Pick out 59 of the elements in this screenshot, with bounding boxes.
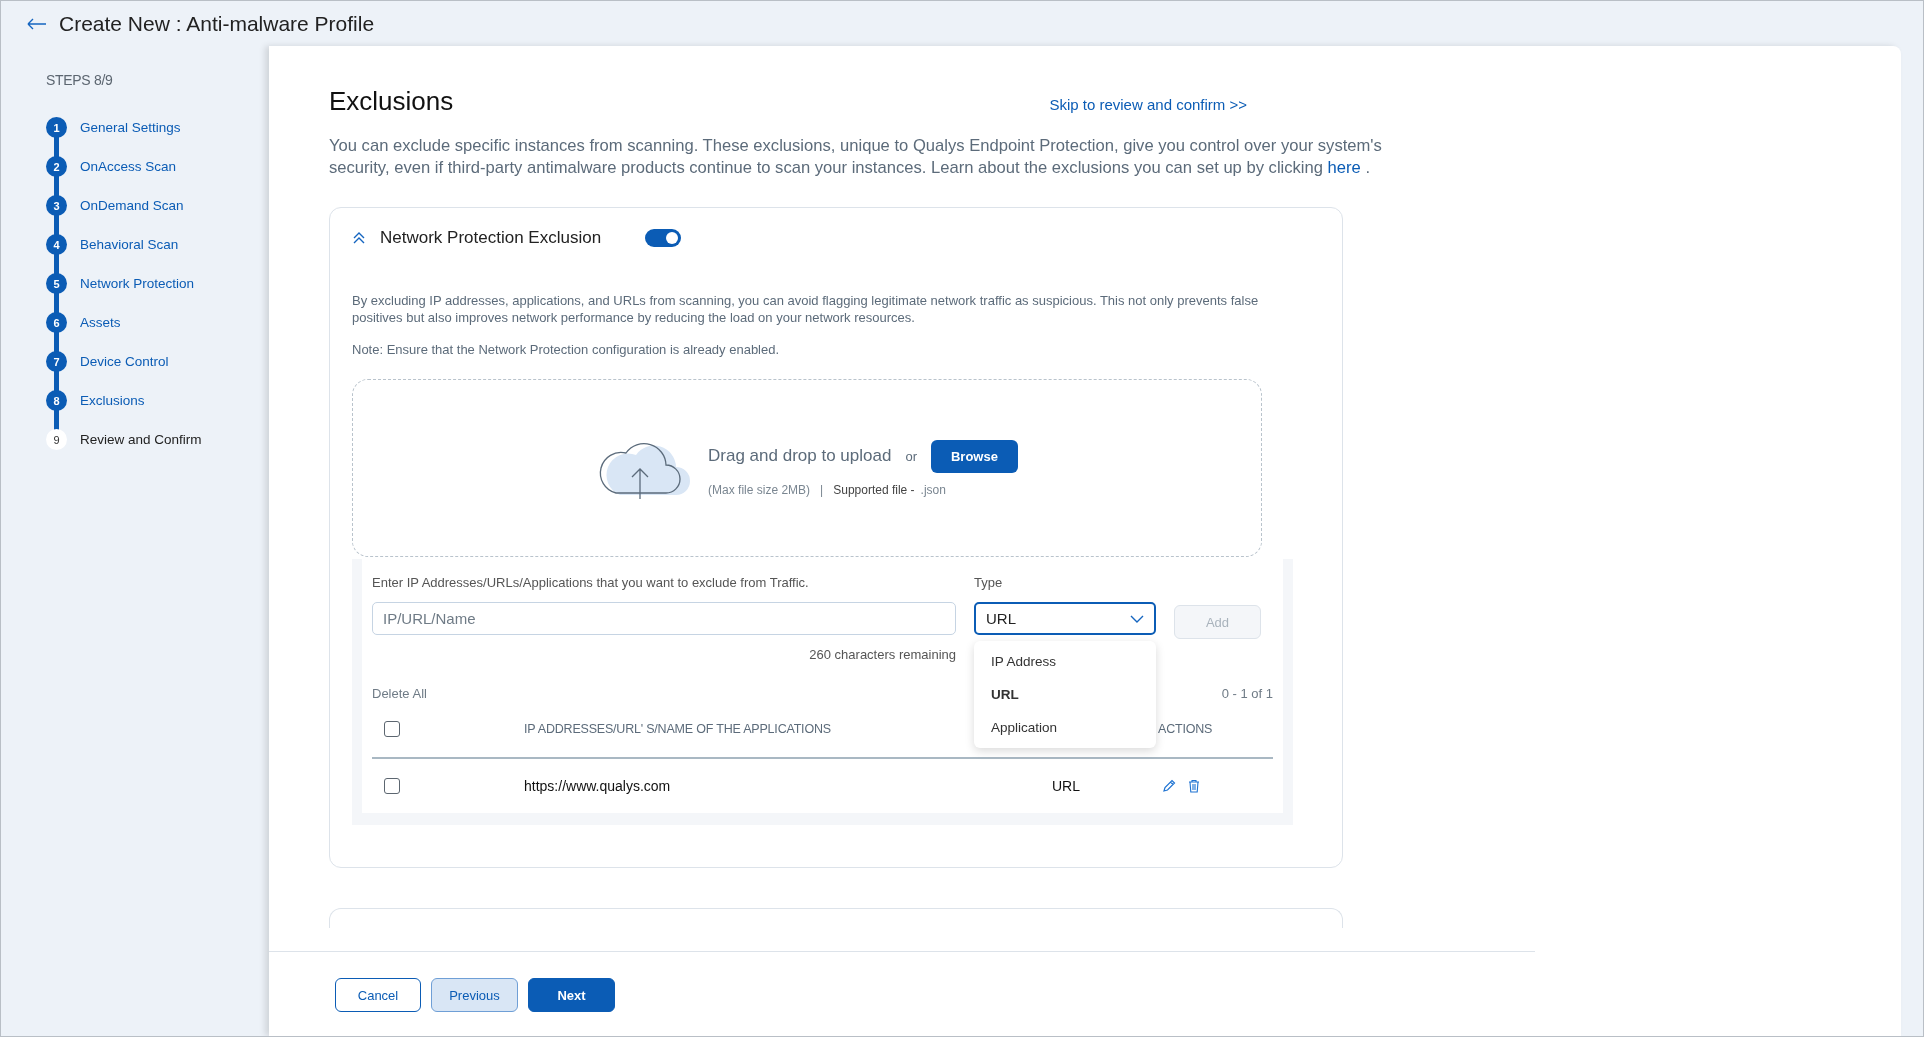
toggle-switch[interactable] [645,229,682,247]
step-number: 8 [46,390,67,411]
step-number: 9 [46,429,67,450]
chevron-icon[interactable] [352,232,366,244]
caret-icon [1130,614,1144,623]
card-title: Network Protection Exclusion [380,228,602,248]
step-link[interactable]: Review and Confirm [80,432,202,447]
dropdown-option[interactable]: URL [974,678,1156,711]
step-count-heading: STEPS 8/9 [46,72,114,88]
supported-file-label: Supported file - [833,482,915,497]
delete-all-link[interactable]: Delete All [372,686,427,701]
step-link[interactable]: Device Control [80,354,169,369]
file-size-hint: (Max file size 2MB) [708,482,811,497]
or-text: or [905,448,917,464]
step-number: 4 [46,234,67,255]
page-title: Create New : Anti-malware Profile [59,11,375,36]
intro-text: You can exclude specific instances from scanning. These exclusions, unique to Qualys Endpoint Protection, give you control over your system's security, even if third-party antimalware products continue to scan your instances. Learn about the exclusions you can set up by clicking here . [329,135,1383,179]
character-counter: 260 characters remaining [809,647,956,662]
step-number: 7 [46,351,67,372]
step-link[interactable]: Exclusions [80,393,145,408]
pagination-text: 0 - 1 of 1 [1221,686,1273,701]
address-input-field[interactable]: IP/URL/Name [372,602,956,635]
step-link[interactable]: General Settings [80,120,181,135]
footer-button[interactable]: Next [528,978,615,1012]
section-heading: Exclusions [329,86,454,117]
browse-button[interactable]: Browse [930,439,1018,473]
delete-icon[interactable] [1188,779,1200,793]
footer-button[interactable]: Previous [431,978,518,1012]
dropdown-option[interactable]: IP Address [974,645,1156,678]
supported-file-type: .json [920,482,946,497]
dropdown-option[interactable]: Application [974,711,1156,744]
back-arrow-icon[interactable] [27,17,47,30]
step-number: 1 [46,117,67,138]
note-text: Note: Ensure that the Network Protection configuration is already enabled. [352,342,781,357]
select-all-checkbox[interactable] [384,721,400,737]
type-label: Type [974,575,1004,590]
field-label: Enter IP Addresses/URLs/Applications that you want to exclude from Traffic. [372,575,810,590]
edit-icon[interactable] [1162,779,1176,793]
step-link[interactable]: Assets [80,315,121,330]
footer-button[interactable]: Cancel [335,978,421,1012]
help-link[interactable]: here [1327,158,1361,177]
separator-text: | [820,482,824,497]
step-number: 6 [46,312,67,333]
step-number: 5 [46,273,67,294]
step-link[interactable]: Network Protection [80,276,195,291]
row-checkbox[interactable] [384,778,400,794]
drag-drop-text: Drag and drop to upload [708,446,892,466]
card-description: By excluding IP addresses, applications, and URLs from scanning, you can avoid flagging legitimate network traffic as suspicious. This not only prevents false positives but also improves network performance by reducing the load on your network resources. [352,292,1260,326]
type-dropdown[interactable]: URL [974,602,1156,635]
step-link[interactable]: OnDemand Scan [80,198,184,213]
step-link[interactable]: OnAccess Scan [80,159,177,174]
column-header: ACTIONS [1158,722,1214,736]
table-cell-text: URL [1051,778,1081,794]
step-number: 2 [46,156,67,177]
skip-link[interactable]: Skip to review and confirm >> [1049,96,1247,113]
upload-dropzone[interactable]: Drag and drop to upload or Browse (Max file size 2MB) | Supported file - .json [352,379,1262,557]
step-link[interactable]: Behavioral Scan [80,237,179,252]
table-cell-text: https://www.qualys.com [524,778,672,794]
step-number: 3 [46,195,67,216]
